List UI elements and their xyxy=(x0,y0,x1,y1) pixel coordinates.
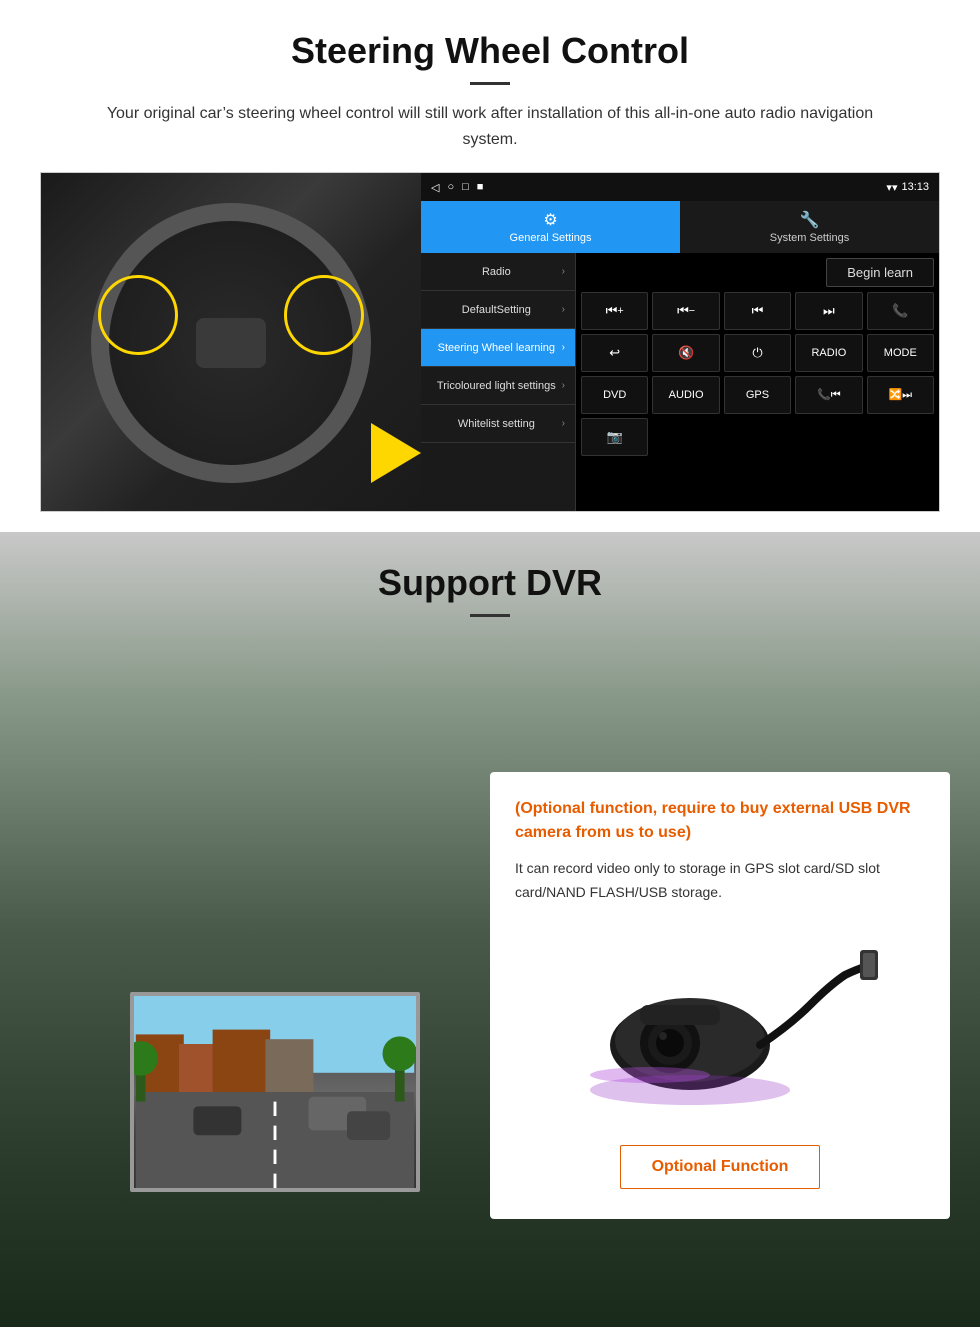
dvr-camera-image xyxy=(515,925,925,1125)
ctrl-mute[interactable]: 🔇 xyxy=(652,334,719,372)
menu-radio-label: Radio xyxy=(431,266,562,278)
status-bar-right: ▾▾ 13:13 xyxy=(886,181,929,194)
section1-divider xyxy=(470,82,510,85)
section1-subtitle: Your original car’s steering wheel contr… xyxy=(90,101,890,152)
chevron-icon: › xyxy=(562,380,565,391)
recent-icon: □ xyxy=(462,181,469,194)
chevron-icon: › xyxy=(562,304,565,315)
menu-tricoloured-label: Tricoloured light settings xyxy=(431,380,562,392)
dashcam-thumbnail xyxy=(130,992,420,1192)
begin-learn-button[interactable]: Begin learn xyxy=(826,258,934,287)
steering-wheel-section: Steering Wheel Control Your original car… xyxy=(0,0,980,532)
arrow-indicator xyxy=(371,423,421,483)
section2-title: Support DVR xyxy=(0,562,980,604)
screenshot-area: ◁ ○ □ ■ ▾▾ 13:13 ⚙ General Settings 🔧 xyxy=(40,172,940,512)
menu-controls-area: Radio › DefaultSetting › Steering Wheel … xyxy=(421,253,939,511)
wheel-center xyxy=(196,318,266,368)
left-menu: Radio › DefaultSetting › Steering Wheel … xyxy=(421,253,576,511)
camera-svg xyxy=(560,935,880,1115)
menu-icon: ■ xyxy=(477,181,484,194)
chevron-icon: › xyxy=(562,418,565,429)
ctrl-shuffle-next[interactable]: 🔀⏭ xyxy=(867,376,934,414)
menu-item-defaultsetting[interactable]: DefaultSetting › xyxy=(421,291,575,329)
menu-steering-label: Steering Wheel learning xyxy=(431,342,562,354)
tab-general-settings[interactable]: ⚙ General Settings xyxy=(421,201,680,253)
menu-default-label: DefaultSetting xyxy=(431,304,562,316)
tab-system-label: System Settings xyxy=(770,232,849,244)
menu-whitelist-label: Whitelist setting xyxy=(431,418,562,430)
section2-header: Support DVR xyxy=(0,532,980,632)
home-icon: ○ xyxy=(447,181,454,194)
clock: 13:13 xyxy=(901,181,929,193)
tab-general-label: General Settings xyxy=(510,232,592,244)
ctrl-radio[interactable]: RADIO xyxy=(795,334,862,372)
dvr-section: Support DVR (Optional function, require … xyxy=(0,532,980,1327)
ctrl-phone[interactable]: 📞 xyxy=(867,292,934,330)
controls-grid: ⏮+ ⏮− ⏮ ⏭ 📞 ↩ 🔇 ⏻ RADIO MODE DVD AUDIO G… xyxy=(581,292,934,456)
dvr-description: It can record video only to storage in G… xyxy=(515,857,925,905)
ctrl-prev[interactable]: ⏮ xyxy=(724,292,791,330)
ctrl-gps[interactable]: GPS xyxy=(724,376,791,414)
ctrl-back[interactable]: ↩ xyxy=(581,334,648,372)
right-controls: Begin learn ⏮+ ⏮− ⏮ ⏭ 📞 ↩ 🔇 ⏻ RADIO MODE… xyxy=(576,253,939,511)
chevron-icon: › xyxy=(562,342,565,353)
ctrl-vol-up[interactable]: ⏮+ xyxy=(581,292,648,330)
signal-icon: ▾▾ xyxy=(886,181,897,194)
left-button-highlight xyxy=(98,275,178,355)
section2-divider xyxy=(470,614,510,617)
dvr-content: Support DVR (Optional function, require … xyxy=(0,532,980,632)
dvr-optional-text: (Optional function, require to buy exter… xyxy=(515,797,925,845)
ctrl-vol-down[interactable]: ⏮− xyxy=(652,292,719,330)
tab-bar: ⚙ General Settings 🔧 System Settings xyxy=(421,201,939,253)
begin-learn-row: Begin learn xyxy=(581,258,934,287)
tab-system-settings[interactable]: 🔧 System Settings xyxy=(680,201,939,253)
ctrl-next[interactable]: ⏭ xyxy=(795,292,862,330)
back-icon: ◁ xyxy=(431,181,439,194)
menu-item-tricoloured[interactable]: Tricoloured light settings › xyxy=(421,367,575,405)
gear-icon: ⚙ xyxy=(543,210,557,230)
android-ui-panel: ◁ ○ □ ■ ▾▾ 13:13 ⚙ General Settings 🔧 xyxy=(421,173,939,511)
ctrl-mode[interactable]: MODE xyxy=(867,334,934,372)
ctrl-dvd[interactable]: DVD xyxy=(581,376,648,414)
optional-function-button[interactable]: Optional Function xyxy=(620,1145,820,1189)
ctrl-power[interactable]: ⏻ xyxy=(724,334,791,372)
steering-wheel-photo xyxy=(41,173,421,512)
right-button-highlight xyxy=(284,275,364,355)
status-bar-left: ◁ ○ □ ■ xyxy=(431,181,483,194)
wrench-icon: 🔧 xyxy=(800,210,820,230)
ctrl-audio[interactable]: AUDIO xyxy=(652,376,719,414)
status-bar: ◁ ○ □ ■ ▾▾ 13:13 xyxy=(421,173,939,201)
menu-item-steering[interactable]: Steering Wheel learning › xyxy=(421,329,575,367)
menu-item-whitelist[interactable]: Whitelist setting › xyxy=(421,405,575,443)
chevron-icon: › xyxy=(562,266,565,277)
section1-title: Steering Wheel Control xyxy=(40,30,940,72)
ctrl-tel-prev[interactable]: 📞⏮ xyxy=(795,376,862,414)
ctrl-camera[interactable]: 📷 xyxy=(581,418,648,456)
dvr-info-panel: (Optional function, require to buy exter… xyxy=(490,772,950,1219)
menu-item-radio[interactable]: Radio › xyxy=(421,253,575,291)
